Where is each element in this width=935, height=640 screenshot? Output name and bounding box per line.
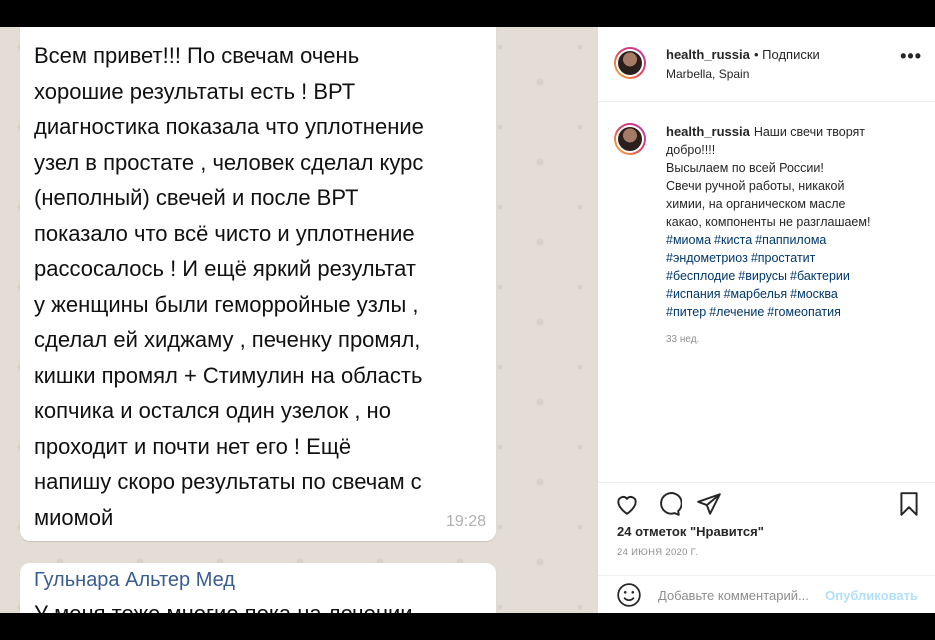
hashtags: #миома #киста #паппилома #эндометриоз #прос… <box>666 231 921 321</box>
hashtag-link[interactable]: #лечение <box>709 305 764 319</box>
bookmark-icon[interactable] <box>896 491 922 517</box>
comment-icon[interactable] <box>656 491 682 517</box>
likes-count[interactable]: 24 отметок "Нравится" <box>617 524 764 539</box>
next-message-text: У меня тоже многие пока на лечении <box>34 601 413 613</box>
caption-line: какао, компоненты не разглашаем! <box>666 215 871 229</box>
post-caption: health_russia Наши свечи творят добро!!!!… <box>666 123 921 321</box>
hashtag-link[interactable]: #гомеопатия <box>767 305 841 319</box>
hashtag-link[interactable]: #бактерии <box>790 269 850 283</box>
hashtag-link[interactable]: #эндометриоз <box>666 251 748 265</box>
hashtag-link[interactable]: #простатит <box>751 251 816 265</box>
post-header: health_russia • Подписки Marbella, Spain… <box>598 27 935 102</box>
chat-screenshot: Всем привет!!! По свечам очень хорошие р… <box>0 27 597 613</box>
header-username[interactable]: health_russia <box>666 47 750 62</box>
caption-avatar[interactable] <box>614 123 646 155</box>
sender-name: Гульнара Альтер Мед <box>34 569 235 591</box>
action-bar <box>598 482 935 523</box>
emoji-icon[interactable] <box>616 582 642 608</box>
heart-icon[interactable] <box>614 491 640 517</box>
chat-message-bubble: Всем привет!!! По свечам очень хорошие р… <box>20 27 496 541</box>
post-comment-button[interactable]: Опубликовать <box>825 588 918 603</box>
message-time: 19:28 <box>445 513 486 530</box>
comment-input[interactable]: Добавьте комментарий... <box>658 588 809 603</box>
hashtag-link[interactable]: #марбелья <box>724 287 788 301</box>
caption-line: Наши свечи творят <box>753 125 866 139</box>
hashtag-link[interactable]: #киста <box>714 233 752 247</box>
caption-username[interactable]: health_russia <box>666 124 750 139</box>
caption-line: Свечи ручной работы, никакой <box>666 179 845 193</box>
hashtag-link[interactable]: #бесплодие <box>666 269 735 283</box>
post-date: 24 ИЮНЯ 2020 Г. <box>617 547 698 558</box>
instagram-post-panel: health_russia • Подписки Marbella, Spain… <box>597 27 935 613</box>
hashtag-link[interactable]: #питер <box>666 305 706 319</box>
caption-line: химии, на органическом масле <box>666 197 846 211</box>
avatar[interactable] <box>614 47 646 79</box>
post-age: 33 нед. <box>666 334 700 345</box>
hashtag-link[interactable]: #вирусы <box>738 269 787 283</box>
share-icon[interactable] <box>696 491 722 517</box>
location-link[interactable]: Marbella, Spain <box>666 67 749 81</box>
chat-next-message: Гульнара Альтер Мед У меня тоже многие п… <box>20 563 496 613</box>
hashtag-link[interactable]: #паппилома <box>755 233 826 247</box>
chat-message-text: Всем привет!!! По свечам очень хорошие р… <box>34 43 424 530</box>
caption-line: добро!!!! <box>666 143 716 157</box>
follow-button[interactable]: • Подписки <box>754 47 820 62</box>
caption-line: Высылаем по всей России! <box>666 161 824 175</box>
comment-bar: Добавьте комментарий... Опубликовать <box>598 575 935 614</box>
hashtag-link[interactable]: #миома <box>666 233 711 247</box>
hashtag-link[interactable]: #москва <box>790 287 838 301</box>
more-options-icon[interactable]: ••• <box>900 46 922 67</box>
hashtag-link[interactable]: #испания <box>666 287 721 301</box>
